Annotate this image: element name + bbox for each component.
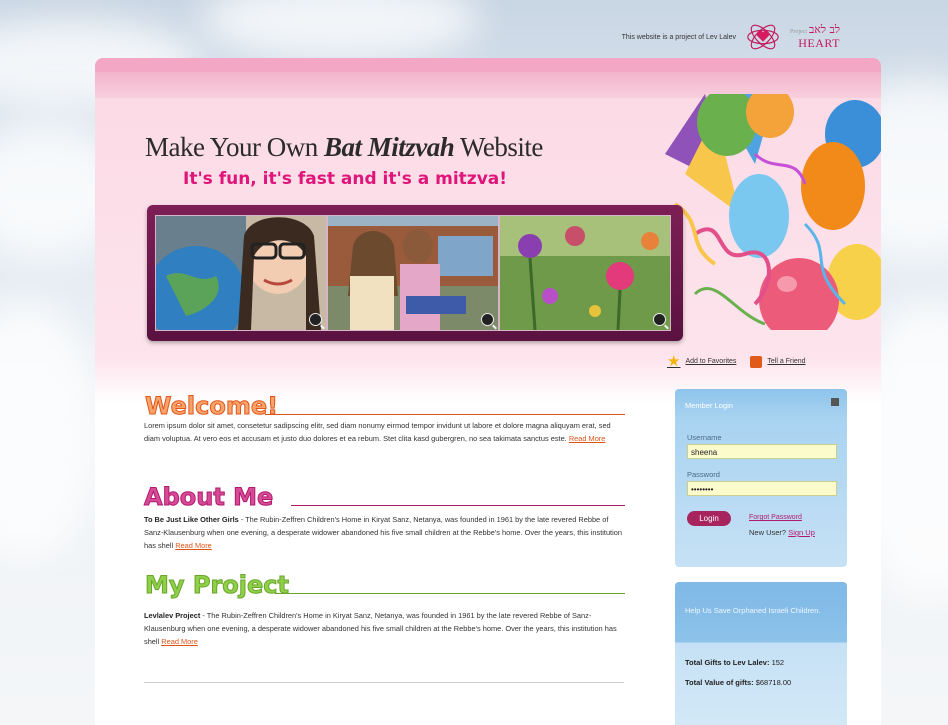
- username-input[interactable]: sheena: [687, 444, 837, 459]
- about-lead: To Be Just Like Other Girls: [144, 515, 239, 524]
- heart-logo-icon[interactable]: [744, 18, 782, 56]
- login-title: Member Login: [685, 401, 733, 410]
- donation-message[interactable]: Help Us Save Orphaned Israeli Children.: [685, 605, 835, 617]
- project-heading: My Project: [145, 571, 290, 600]
- welcome-body: Lorem ipsum dolor sit amet, consetetur s…: [144, 421, 611, 443]
- logo-heart: HEART: [798, 36, 840, 50]
- photo-2-image: [328, 216, 498, 330]
- friend-label: Tell a Friend: [767, 358, 806, 365]
- total-value-label: Total Value of gifts:: [685, 678, 754, 687]
- tell-friend-icon: [750, 355, 763, 368]
- logo-wordmark[interactable]: Project לב לאב HEART: [790, 21, 844, 53]
- favorites-label: Add to Favorites: [685, 358, 737, 365]
- sign-up-link[interactable]: Sign Up: [788, 528, 815, 537]
- about-rule: [291, 505, 625, 506]
- project-body: - The Rubin-Zeffren Children's Home in K…: [144, 611, 617, 646]
- title-emphasis: Bat Mitzvah: [324, 132, 455, 162]
- total-gifts-stat: Total Gifts to Lev Lalev: 152: [685, 658, 784, 667]
- about-text: To Be Just Like Other Girls - The Rubin-…: [144, 513, 624, 552]
- total-gifts-value: 152: [771, 658, 785, 667]
- title-pre: Make Your Own: [145, 132, 325, 162]
- project-read-more-link[interactable]: Read More: [161, 637, 198, 646]
- tagline: It's fun, it's fast and it's a mitzva!: [183, 169, 508, 189]
- photo-gallery: [147, 205, 683, 341]
- panel-toggle-icon[interactable]: [831, 398, 839, 406]
- photo-3-image: [500, 216, 670, 330]
- content-divider: [144, 682, 624, 683]
- logo-small: Project: [790, 29, 807, 35]
- project-text: Levlalev Project - The Rubin-Zeffren Chi…: [144, 609, 624, 648]
- login-button[interactable]: Login: [687, 511, 731, 526]
- project-text: This website is a project of Lev Lalev: [621, 33, 736, 41]
- welcome-text: Lorem ipsum dolor sit amet, consetetur s…: [144, 419, 624, 445]
- total-value-stat: Total Value of gifts: $68718.00: [685, 678, 791, 687]
- username-label: Username: [687, 433, 722, 442]
- title-post: Website: [454, 132, 543, 162]
- total-value-value: $68718.00: [755, 678, 792, 687]
- project-lead: Levlalev Project: [144, 611, 201, 620]
- zoom-icon[interactable]: [653, 313, 666, 326]
- welcome-rule: [265, 414, 625, 415]
- zoom-icon[interactable]: [481, 313, 494, 326]
- project-bar: This website is a project of Lev Lalev P…: [622, 18, 844, 56]
- new-user-text: New User? Sign Up: [749, 528, 815, 537]
- member-login-panel: Member Login Username sheena Password ••…: [675, 389, 847, 567]
- password-label: Password: [687, 470, 720, 479]
- project-rule: [275, 593, 625, 594]
- gallery-photo-3[interactable]: [499, 215, 671, 331]
- photo-1-image: [156, 216, 326, 330]
- gallery-photo-2[interactable]: [327, 215, 499, 331]
- about-heading: About Me: [143, 483, 274, 512]
- total-gifts-label: Total Gifts to Lev Lalev:: [685, 658, 770, 667]
- welcome-read-more-link[interactable]: Read More: [569, 434, 606, 443]
- donation-panel: Help Us Save Orphaned Israeli Children. …: [675, 582, 847, 725]
- gallery-photo-1[interactable]: [155, 215, 327, 331]
- page-title: Make Your Own Bat Mitzvah Website: [145, 132, 543, 163]
- welcome-heading: Welcome!: [144, 392, 279, 421]
- forgot-password-link[interactable]: Forgot Password: [749, 514, 802, 521]
- pink-band: [95, 58, 881, 72]
- about-read-more-link[interactable]: Read More: [175, 541, 212, 550]
- balloons-illustration: [665, 94, 881, 330]
- tell-a-friend-link[interactable]: Tell a Friend: [750, 354, 806, 369]
- add-to-favorites-link[interactable]: ★ Add to Favorites: [667, 354, 736, 369]
- logo-hebrew: לב לאב: [809, 23, 840, 36]
- new-user-label: New User?: [749, 528, 789, 537]
- password-input[interactable]: ••••••••: [687, 481, 837, 496]
- page-container: Make Your Own Bat Mitzvah Website It's f…: [95, 58, 881, 725]
- page-actions: ★ Add to Favorites Tell a Friend: [667, 354, 806, 369]
- zoom-icon[interactable]: [309, 313, 322, 326]
- star-icon: ★: [667, 353, 681, 370]
